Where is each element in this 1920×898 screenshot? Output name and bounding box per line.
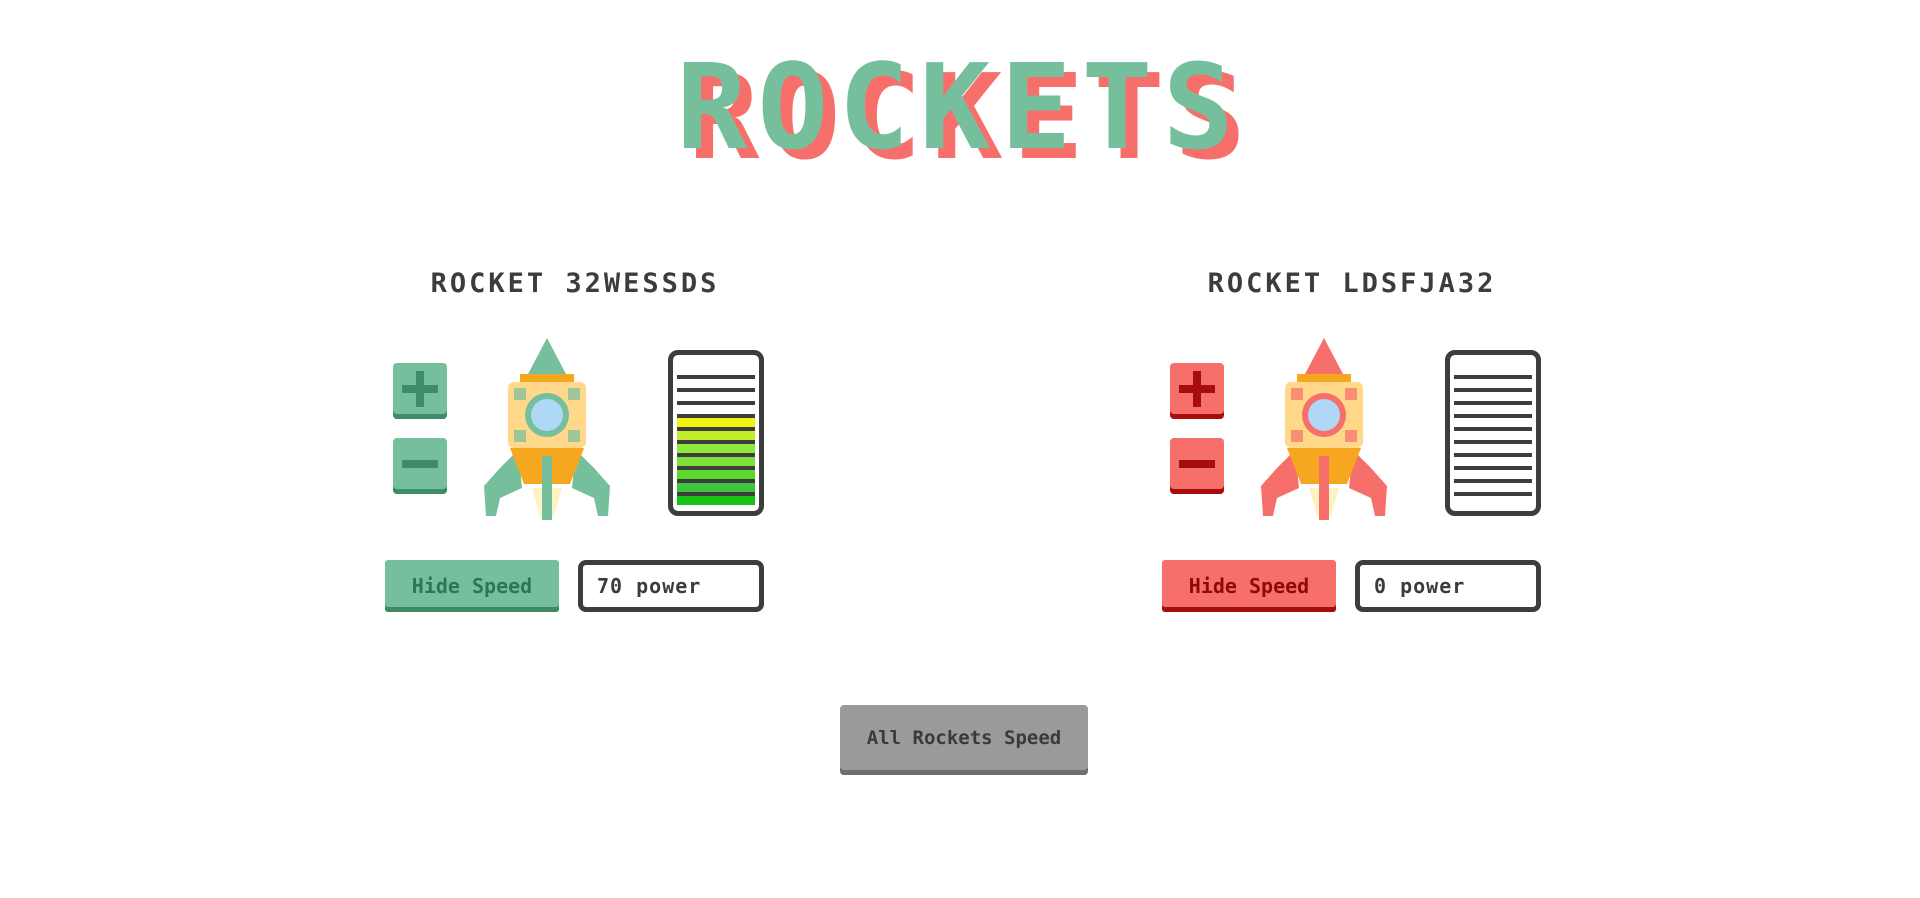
speed-gauge-segment <box>1454 453 1532 466</box>
speed-gauge-segment <box>1454 427 1532 440</box>
all-rockets-speed-button[interactable]: All Rockets Speed <box>840 705 1088 775</box>
increase-speed-button[interactable] <box>1170 363 1224 419</box>
speed-gauge-segment <box>677 375 755 388</box>
speed-gauge-segment <box>677 401 755 414</box>
hide-speed-button[interactable]: Hide Speed <box>385 560 559 612</box>
plus-icon <box>1179 371 1215 407</box>
speed-gauge-segment <box>677 466 755 479</box>
speed-gauge-segment <box>1454 401 1532 414</box>
hide-speed-button[interactable]: Hide Speed <box>1162 560 1336 612</box>
power-display: 0 power <box>1355 560 1541 612</box>
minus-icon <box>402 460 438 468</box>
speed-gauge <box>1445 350 1541 516</box>
power-display: 70 power <box>578 560 764 612</box>
speed-gauge-segment <box>1454 466 1532 479</box>
rocket-card-1: ROCKET 32WESSDS Hide Speed 70 power <box>385 268 785 618</box>
speed-gauge-segment <box>1454 414 1532 427</box>
rocket-icon <box>1261 338 1387 520</box>
decrease-speed-button[interactable] <box>393 438 447 494</box>
speed-gauge-segment <box>677 414 755 427</box>
speed-gauge-segment <box>677 492 755 505</box>
speed-gauge-segment <box>1454 388 1532 401</box>
minus-icon <box>1179 460 1215 468</box>
page-title: ROCKETS <box>676 38 1244 176</box>
rockets-page: ROCKETS ROCKET 32WESSDS Hide Speed 70 po… <box>0 0 1920 898</box>
speed-gauge-segment <box>1454 440 1532 453</box>
speed-gauge-segment <box>677 427 755 440</box>
rocket-icon <box>484 338 610 520</box>
rocket-name: ROCKET LDSFJA32 <box>1207 268 1497 299</box>
speed-gauge-segment <box>1454 375 1532 388</box>
decrease-speed-button[interactable] <box>1170 438 1224 494</box>
rocket-name: ROCKET 32WESSDS <box>430 268 720 299</box>
plus-icon <box>402 371 438 407</box>
increase-speed-button[interactable] <box>393 363 447 419</box>
speed-gauge-segment <box>677 453 755 466</box>
speed-gauge-segment <box>677 388 755 401</box>
rocket-card-2: ROCKET LDSFJA32 Hide Speed 0 power <box>1162 268 1562 618</box>
speed-gauge <box>668 350 764 516</box>
speed-gauge-segment <box>1454 479 1532 492</box>
speed-gauge-bars <box>677 361 755 505</box>
speed-gauge-segment <box>677 440 755 453</box>
speed-gauge-bars <box>1454 361 1532 505</box>
speed-gauge-segment <box>1454 492 1532 505</box>
speed-gauge-segment <box>677 479 755 492</box>
